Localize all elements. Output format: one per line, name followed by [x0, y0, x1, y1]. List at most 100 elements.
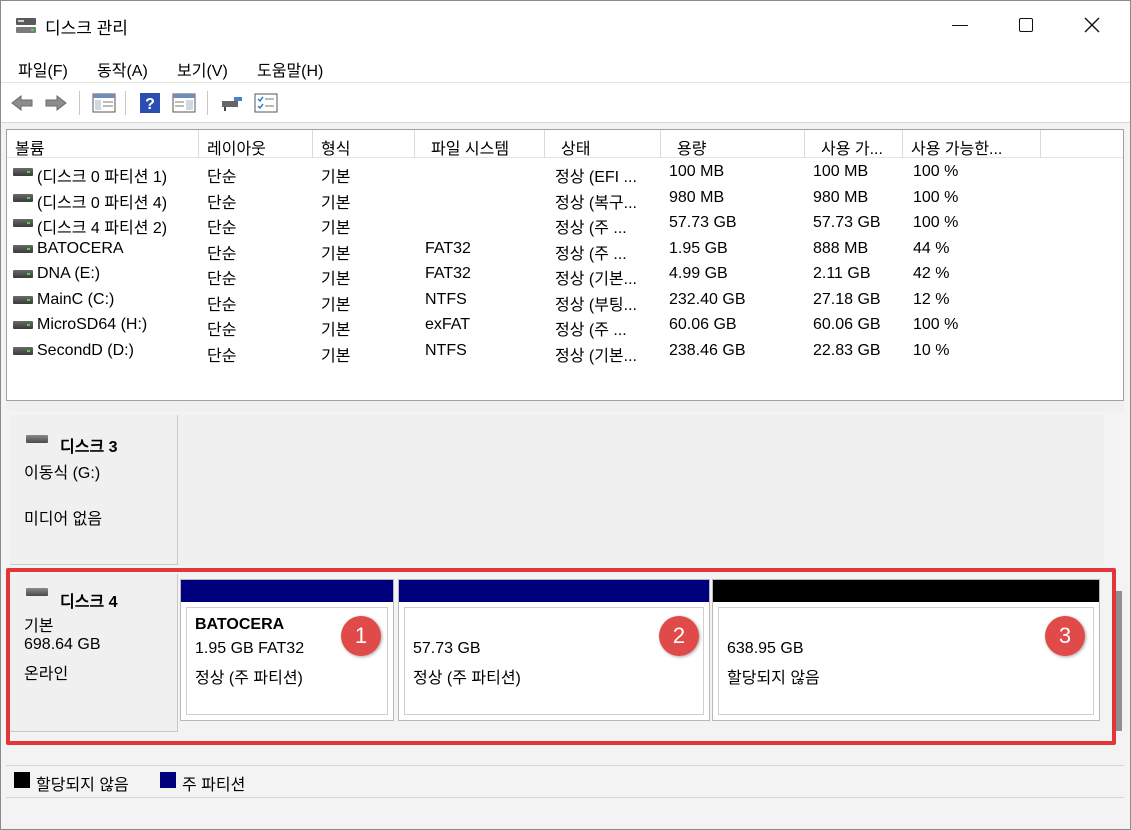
volume-icon — [13, 270, 33, 278]
volume-row[interactable]: DNA (E:) 단순 기본 FAT32 정상 (기본... 4.99 GB 2.11 GB… — [7, 262, 1123, 288]
volume-icon — [13, 321, 33, 329]
volume-icon — [13, 193, 33, 202]
volume-cell: 단순 — [207, 347, 237, 365]
volume-cell: 기본 — [321, 220, 351, 237]
status-bar — [6, 797, 1124, 825]
forward-icon — [45, 94, 67, 112]
column-percent-free[interactable]: 사용 가능한... — [903, 130, 1041, 158]
toolbar-separator — [125, 91, 126, 115]
volume-cell: 10 % — [913, 341, 950, 359]
volume-cell: 기본 — [321, 296, 351, 314]
volume-cell: 정상 (EFI ... — [555, 169, 637, 186]
volume-cell: 100 MB — [669, 163, 725, 180]
maximize-button[interactable] — [993, 1, 1059, 49]
volume-cell: 단순 — [207, 220, 237, 237]
volume-cell: NTFS — [425, 290, 467, 308]
volume-row[interactable]: (디스크 0 파티션 1) 단순 기본 정상 (EFI ... 100 MB 100 MB… — [7, 160, 1123, 186]
disk-3-label[interactable]: 디스크 3 이동식 (G:) 미디어 없음 — [10, 415, 178, 565]
volume-cell: 정상 (기본... — [555, 347, 637, 365]
toolbar: ? — [1, 83, 1130, 123]
volume-icon — [13, 219, 33, 227]
volume-list: 볼륨 레이아웃 형식 파일 시스템 상태 용량 사용 가... 사용 가능한..… — [6, 129, 1124, 401]
volume-cell: 27.18 GB — [813, 290, 881, 308]
checklist-icon — [254, 93, 278, 113]
volume-cell: (디스크 0 파티션 1) — [37, 169, 168, 186]
volume-cell: 232.40 GB — [669, 290, 746, 308]
volume-cell: 기본 — [321, 194, 351, 212]
toolbar-separator — [79, 91, 80, 115]
menu-help[interactable]: 도움말(H) — [257, 57, 323, 81]
pane-splitter[interactable] — [6, 401, 1124, 411]
column-free-space[interactable]: 사용 가... — [805, 130, 903, 158]
column-volume[interactable]: 볼륨 — [7, 130, 199, 158]
menu-action[interactable]: 동작(A) — [97, 57, 148, 81]
column-file-system[interactable]: 파일 시스템 — [415, 130, 545, 158]
volume-cell: 정상 (부팅... — [555, 296, 637, 314]
column-capacity[interactable]: 용량 — [661, 130, 805, 158]
removable-disk-icon — [26, 435, 48, 443]
volume-cell: DNA (E:) — [37, 265, 101, 282]
volume-icon — [13, 295, 33, 304]
primary-partition-swatch — [160, 772, 176, 788]
minimize-icon — [952, 24, 968, 26]
properties-button[interactable] — [171, 91, 197, 115]
minimize-button[interactable] — [927, 1, 993, 49]
connect-button[interactable] — [219, 91, 245, 115]
volume-cell: 기본 — [321, 169, 351, 186]
volume-cell: 4.99 GB — [669, 265, 728, 282]
volume-cell: 정상 (주 ... — [555, 245, 627, 263]
volume-cell: 238.46 GB — [669, 341, 746, 359]
volume-cell: 60.06 GB — [669, 316, 737, 333]
volume-cell: 100 % — [913, 188, 959, 206]
volume-cell: 100 % — [913, 214, 959, 231]
close-button[interactable] — [1059, 1, 1125, 49]
volume-cell: 980 MB — [669, 188, 725, 206]
volume-cell: 12 % — [913, 290, 950, 308]
menu-file[interactable]: 파일(F) — [18, 57, 68, 81]
volume-cell: 정상 (주 ... — [555, 322, 627, 339]
volume-cell: 980 MB — [813, 188, 869, 206]
checklist-button[interactable] — [253, 91, 279, 115]
volume-cell: 기본 — [321, 347, 351, 365]
volume-cell: 60.06 GB — [813, 316, 881, 333]
volume-icon — [13, 168, 33, 176]
column-type[interactable]: 형식 — [313, 130, 415, 158]
menu-bar: 파일(F) 동작(A) 보기(V) 도움말(H) — [1, 49, 1130, 83]
volume-cell: 단순 — [207, 245, 237, 263]
disk-3-type: 이동식 (G:) — [24, 465, 101, 482]
disk-4-highlight-box — [6, 568, 1116, 745]
column-layout[interactable]: 레이아웃 — [199, 130, 313, 158]
volume-row[interactable]: MainC (C:) 단순 기본 NTFS 정상 (부팅... 232.40 GB 27.1… — [7, 288, 1123, 314]
volume-cell: 단순 — [207, 169, 237, 186]
volume-list-header: 볼륨 레이아웃 형식 파일 시스템 상태 용량 사용 가... 사용 가능한..… — [7, 130, 1123, 158]
volume-row[interactable]: (디스크 4 파티션 2) 단순 기본 정상 (주 ... 57.73 GB 57.73 … — [7, 211, 1123, 237]
volume-cell: 기본 — [321, 271, 351, 288]
back-button[interactable] — [9, 91, 35, 115]
volume-row[interactable]: MicroSD64 (H:) 단순 기본 exFAT 정상 (주 ... 60.06 GB… — [7, 313, 1123, 339]
volume-cell: 단순 — [207, 296, 237, 314]
volume-row[interactable]: SecondD (D:) 단순 기본 NTFS 정상 (기본... 238.46 GB 22… — [7, 339, 1123, 365]
console-tree-button[interactable] — [91, 91, 117, 115]
forward-button[interactable] — [43, 91, 69, 115]
disk-3-name: 디스크 3 — [60, 439, 118, 456]
legend-unallocated: 할당되지 않음 — [36, 777, 129, 794]
volume-cell: 100 % — [913, 163, 959, 180]
volume-cell: 기본 — [321, 322, 351, 339]
column-status[interactable]: 상태 — [545, 130, 661, 158]
volume-cell: 100 % — [913, 316, 959, 333]
menu-view[interactable]: 보기(V) — [177, 57, 228, 81]
volume-row[interactable]: (디스크 0 파티션 4) 단순 기본 정상 (복구... 980 MB 980 MB 10… — [7, 186, 1123, 212]
volume-cell: 단순 — [207, 271, 237, 288]
properties-icon — [172, 93, 196, 113]
volume-cell: NTFS — [425, 341, 467, 359]
volume-cell: 100 MB — [813, 163, 869, 180]
help-button[interactable]: ? — [137, 91, 163, 115]
volume-cell: 57.73 GB — [813, 214, 881, 231]
volume-row[interactable]: BATOCERA 단순 기본 FAT32 정상 (주 ... 1.95 GB 888 MB 4… — [7, 237, 1123, 263]
volume-cell: FAT32 — [425, 265, 471, 282]
volume-icon — [13, 346, 33, 355]
disk-3-graph-area — [176, 415, 1104, 565]
title-bar: 디스크 관리 — [1, 1, 1130, 49]
volume-cell: 정상 (기본... — [555, 271, 637, 288]
disk-management-window: 디스크 관리 파일(F) 동작(A) 보기(V) 도움말(H) ? 볼륨 레이아… — [0, 0, 1131, 830]
